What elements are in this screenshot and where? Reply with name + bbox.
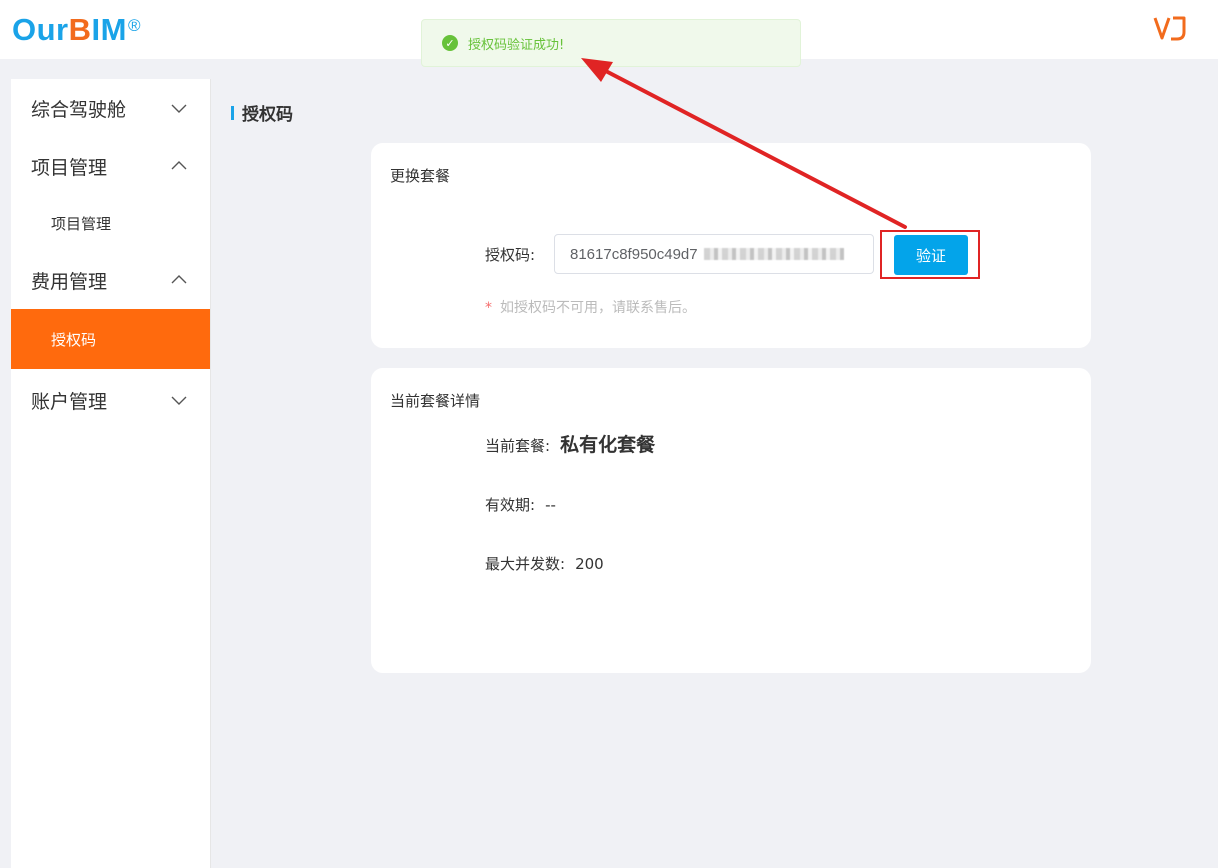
page-title: 授权码 (231, 100, 293, 125)
sidebar-item-label: 账户管理 (31, 390, 108, 413)
current-plan-row: 当前套餐: 私有化套餐 (485, 430, 655, 457)
success-toast: ✓ 授权码验证成功! (421, 19, 801, 67)
hint-text: 如授权码不可用，请联系售后。 (500, 300, 696, 316)
redacted-text (703, 248, 844, 260)
auth-code-value: 81617c8f950c49d7 (570, 245, 698, 263)
chevron-down-icon (171, 396, 187, 405)
chevron-up-icon (171, 275, 187, 284)
concurrency-row: 最大并发数: 200 (485, 553, 604, 574)
page-title-text: 授权码 (242, 105, 293, 125)
sidebar-subitem-project-management[interactable]: 项目管理 (11, 195, 210, 251)
sidebar: 综合驾驶舱 项目管理 项目管理 费用管理 授权码 账户管理 (11, 79, 211, 868)
sidebar-item-dashboard[interactable]: 综合驾驶舱 (11, 79, 210, 137)
card-title: 更换套餐 (390, 167, 451, 185)
chevron-up-icon (171, 161, 187, 170)
card-title: 当前套餐详情 (390, 392, 481, 410)
verify-button[interactable]: 验证 (894, 235, 968, 275)
app-logo[interactable]: OurBIM® (12, 12, 141, 48)
validity-row: 有效期: -- (485, 494, 556, 515)
toast-message: 授权码验证成功! (468, 37, 565, 53)
auth-code-input[interactable]: 81617c8f950c49d7 (554, 234, 874, 274)
sidebar-item-account-management[interactable]: 账户管理 (11, 371, 210, 429)
sidebar-item-label: 综合驾驶舱 (31, 98, 127, 121)
change-plan-card: 更换套餐 授权码: 81617c8f950c49d7 验证 * 如授权码不可用，请… (371, 143, 1091, 348)
current-plan-card: 当前套餐详情 当前套餐: 私有化套餐 有效期: -- 最大并发数: 200 (371, 368, 1091, 673)
sidebar-item-label: 费用管理 (31, 270, 108, 293)
sidebar-item-project-management[interactable]: 项目管理 (11, 137, 210, 195)
check-circle-icon: ✓ (442, 35, 458, 51)
sidebar-item-cost-management[interactable]: 费用管理 (11, 251, 210, 309)
chevron-down-icon (171, 104, 187, 113)
validity-value: -- (545, 496, 556, 514)
plan-value: 私有化套餐 (560, 434, 656, 456)
vj-logo-icon[interactable] (1152, 12, 1188, 44)
validity-label: 有效期: (485, 496, 536, 514)
auth-code-hint: * 如授权码不可用，请联系售后。 (485, 297, 696, 317)
required-asterisk: * (485, 300, 492, 316)
concurrency-value: 200 (575, 555, 604, 573)
plan-label: 当前套餐: (485, 437, 551, 455)
sidebar-subitem-auth-code[interactable]: 授权码 (11, 309, 210, 369)
title-accent-bar (231, 105, 234, 120)
auth-code-label: 授权码: (485, 246, 536, 264)
sidebar-item-label: 项目管理 (31, 156, 108, 179)
concurrency-label: 最大并发数: (485, 555, 566, 573)
